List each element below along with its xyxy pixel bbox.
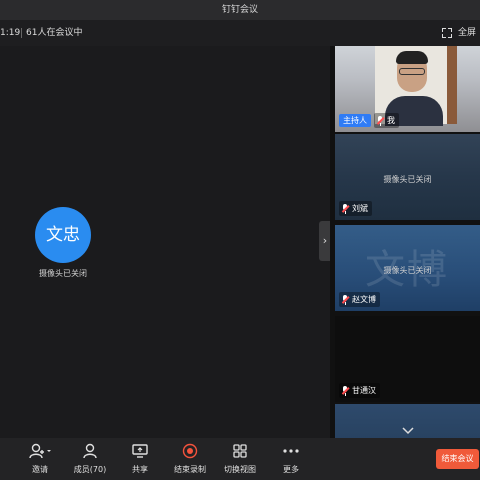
members-button[interactable]: 成员(70) [66, 442, 114, 475]
mic-muted-icon [341, 294, 350, 305]
participant-name: 我 [387, 116, 395, 125]
participant-video-list[interactable]: 主持人 我 摄像头已关闭 刘斌 文博 摄像头已关闭 赵文博 甘通汉 [330, 46, 480, 438]
participant-tile[interactable]: 主持人 我 [335, 46, 480, 132]
invite-button[interactable]: 邀请 [16, 442, 64, 475]
participant-name: 刘斌 [352, 204, 368, 213]
switch-view-button[interactable]: 切换视图 [216, 442, 264, 475]
participant-name: 赵文博 [352, 295, 376, 304]
fullscreen-button[interactable]: 全屏 [441, 20, 476, 46]
members-label: 成员(70) [73, 465, 107, 474]
mic-muted-icon [341, 385, 350, 396]
invite-label: 邀请 [32, 465, 48, 474]
fullscreen-icon [441, 28, 452, 38]
share-screen-icon [116, 442, 164, 460]
meeting-timer: 1:19 [0, 28, 21, 38]
participant-count: 61人在会议中 [26, 28, 83, 38]
share-button[interactable]: 共享 [116, 442, 164, 475]
window-titlebar: 钉钉会议 [0, 0, 480, 20]
chevron-down-icon[interactable] [402, 427, 414, 438]
switch-view-label: 切换视图 [224, 465, 256, 474]
members-icon [66, 442, 114, 460]
fullscreen-label: 全屏 [457, 28, 476, 38]
more-button[interactable]: 更多 [267, 442, 315, 475]
main-video-stage: 文忠 摄像头已关闭 › [0, 46, 331, 438]
participant-tile[interactable]: 文博 摄像头已关闭 赵文博 [335, 225, 480, 311]
participant-name: 甘通汉 [352, 386, 376, 395]
window-title: 钉钉会议 [221, 5, 258, 15]
speaker-avatar: 文忠 [35, 207, 91, 263]
share-label: 共享 [132, 465, 148, 474]
stop-recording-button[interactable]: 结束录制 [166, 442, 214, 475]
participant-tile[interactable]: 摄像头已关闭 刘斌 [335, 134, 480, 220]
participant-name-tag: 刘斌 [339, 201, 372, 216]
record-icon [166, 442, 214, 460]
camera-off-status: 摄像头已关闭 [383, 266, 432, 275]
add-user-icon [16, 442, 64, 460]
participant-name-tag: 赵文博 [339, 292, 380, 307]
host-badge: 主持人 [339, 114, 371, 127]
more-label: 更多 [283, 465, 299, 474]
camera-off-status: 摄像头已关闭 [383, 175, 432, 184]
meeting-info-bar: 1:19 61人在会议中 全屏 [0, 20, 480, 46]
meeting-toolbar: 邀请 成员(70) 共享 结束录制 切换视图 更多 结束会议 [0, 438, 480, 480]
camera-off-status: 摄像头已关闭 [39, 269, 87, 278]
end-meeting-button[interactable]: 结束会议 [436, 449, 479, 469]
chevron-right-icon: › [322, 234, 328, 247]
grid-view-icon [216, 442, 264, 460]
divider [21, 28, 22, 38]
more-icon [267, 442, 315, 460]
stop-recording-label: 结束录制 [174, 465, 206, 474]
participant-name-tag: 主持人 我 [339, 113, 399, 128]
participant-name-tag: 甘通汉 [339, 383, 380, 398]
mic-muted-icon [376, 115, 385, 126]
participant-tile[interactable]: 甘通汉 [335, 316, 480, 402]
mic-muted-icon [341, 203, 350, 214]
